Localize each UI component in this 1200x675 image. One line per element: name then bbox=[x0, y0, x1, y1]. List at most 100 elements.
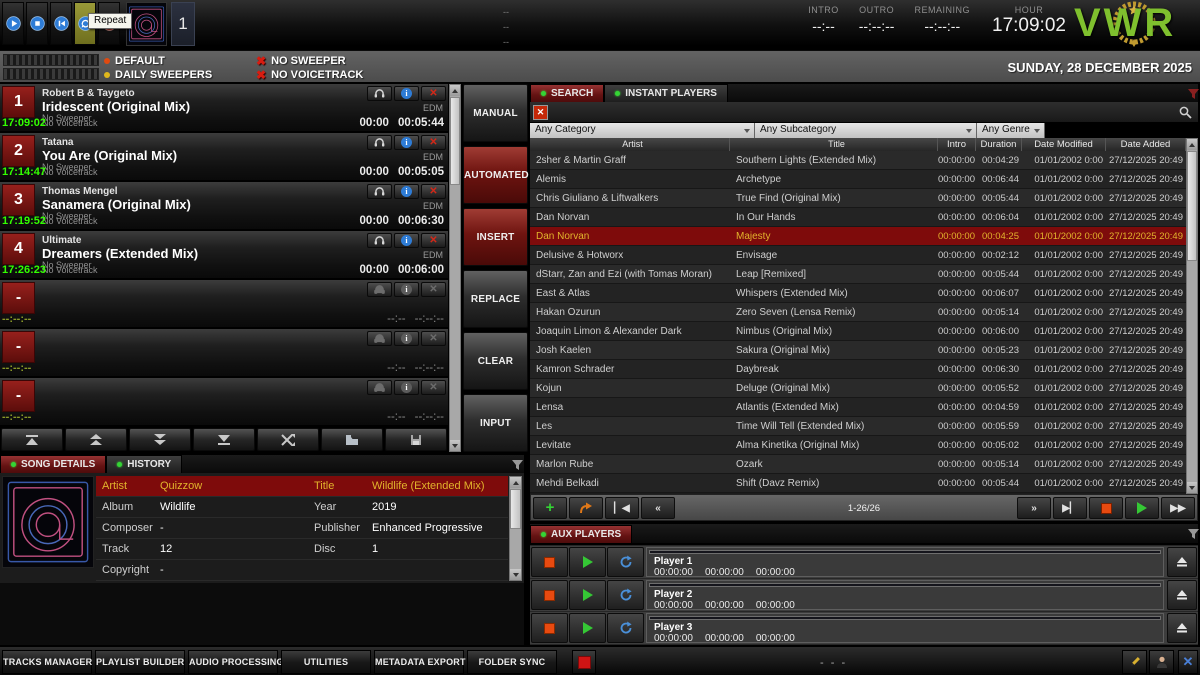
table-row[interactable]: Kojun Deluge (Original Mix) 00:00:00 00:… bbox=[530, 379, 1186, 398]
table-row[interactable]: Delusive & Hotworx Envisage 00:00:00 00:… bbox=[530, 246, 1186, 265]
preview-button[interactable] bbox=[367, 135, 392, 150]
track-info-button[interactable]: i bbox=[394, 135, 419, 150]
mode-button[interactable]: REPLACE bbox=[463, 270, 528, 328]
column-header-title[interactable]: Title bbox=[730, 138, 938, 151]
preview-button[interactable] bbox=[367, 184, 392, 199]
scroll-thumb[interactable] bbox=[450, 97, 460, 185]
table-row[interactable]: Hakan Ozurun Zero Seven (Lensa Remix) 00… bbox=[530, 303, 1186, 322]
search-icon[interactable] bbox=[1179, 106, 1192, 119]
track-info-button[interactable]: i bbox=[394, 282, 419, 297]
stop-button[interactable] bbox=[26, 2, 48, 45]
scroll-down-icon[interactable] bbox=[1187, 482, 1197, 493]
preview-button[interactable] bbox=[367, 331, 392, 346]
track-info-button[interactable]: i bbox=[394, 233, 419, 248]
mode-button[interactable]: CLEAR bbox=[463, 332, 528, 390]
aux-play-button[interactable] bbox=[569, 580, 606, 610]
folder-sync-button[interactable]: FOLDER SYNC bbox=[467, 650, 557, 674]
mode-button[interactable]: INSERT bbox=[463, 208, 528, 266]
table-row[interactable]: Marlon Rube Ozark 00:00:00 00:05:14 01/0… bbox=[530, 455, 1186, 474]
scroll-up-icon[interactable] bbox=[1187, 139, 1197, 150]
remove-track-button[interactable]: ✕ bbox=[421, 380, 446, 395]
scroll-up-icon[interactable] bbox=[450, 85, 460, 96]
move-to-top-button[interactable] bbox=[1, 428, 63, 451]
column-header-date-modified[interactable]: Date Modified bbox=[1022, 138, 1106, 151]
table-row[interactable]: Dan Norvan Majesty 00:00:00 00:04:25 01/… bbox=[530, 227, 1186, 246]
table-row[interactable]: Alemis Archetype 00:00:00 00:06:44 01/01… bbox=[530, 170, 1186, 189]
filter-funnel-icon[interactable] bbox=[512, 460, 523, 470]
playlist-item[interactable]: - --:--:-- --:-- --:--:-- i ✕ bbox=[0, 378, 448, 426]
aux-loop-button[interactable] bbox=[607, 580, 644, 610]
play-preview-button[interactable] bbox=[1125, 497, 1159, 519]
results-scrollbar[interactable] bbox=[1186, 138, 1198, 494]
playlist-item[interactable]: 1 Robert B & Taygeto Iridescent (Origina… bbox=[0, 84, 448, 132]
mode-button[interactable]: INPUT bbox=[463, 394, 528, 452]
aux-players-tab[interactable]: AUX PLAYERS bbox=[530, 525, 632, 543]
exit-button[interactable]: ✕ bbox=[1178, 650, 1198, 674]
user-button[interactable] bbox=[1149, 650, 1174, 674]
table-row[interactable]: Josh Kaelen Sakura (Original Mix) 00:00:… bbox=[530, 341, 1186, 360]
preview-button[interactable] bbox=[367, 282, 392, 297]
details-tab[interactable]: SONG DETAILS bbox=[0, 455, 106, 473]
edit-button[interactable] bbox=[1122, 650, 1147, 674]
playlist-scrollbar[interactable] bbox=[449, 84, 461, 452]
playlist-item[interactable]: 2 Tatana You Are (Original Mix) No Sweep… bbox=[0, 133, 448, 181]
move-up-button[interactable] bbox=[65, 428, 127, 451]
track-info-button[interactable]: i bbox=[394, 380, 419, 395]
remove-track-button[interactable]: ✕ bbox=[421, 86, 446, 101]
skip-forward-button[interactable]: ▶▶ bbox=[1161, 497, 1195, 519]
aux-stop-button[interactable] bbox=[531, 547, 568, 577]
remove-track-button[interactable]: ✕ bbox=[421, 135, 446, 150]
playlist-item[interactable]: 4 Ultimate Dreamers (Extended Mix) No Sw… bbox=[0, 231, 448, 279]
table-row[interactable]: Joaquin Limon & Alexander Dark Nimbus (O… bbox=[530, 322, 1186, 341]
metadata-export-button[interactable]: METADATA EXPORT bbox=[374, 650, 464, 674]
playlist-item[interactable]: - --:--:-- --:-- --:--:-- i ✕ bbox=[0, 280, 448, 328]
filter-dropdown[interactable]: Any Category bbox=[530, 123, 755, 138]
track-info-button[interactable]: i bbox=[394, 184, 419, 199]
aux-loop-button[interactable] bbox=[607, 547, 644, 577]
remove-track-button[interactable]: ✕ bbox=[421, 184, 446, 199]
scroll-down-icon[interactable] bbox=[450, 440, 460, 451]
table-row[interactable]: Levitate Alma Kinetika (Original Mix) 00… bbox=[530, 436, 1186, 455]
aux-eject-button[interactable] bbox=[1167, 580, 1197, 610]
preview-button[interactable] bbox=[367, 233, 392, 248]
table-row[interactable]: 2sher & Martin Graff Southern Lights (Ex… bbox=[530, 151, 1186, 170]
mode-button[interactable]: MANUAL bbox=[463, 84, 528, 142]
table-row[interactable]: Chris Giuliano & Liftwalkers True Find (… bbox=[530, 189, 1186, 208]
move-down-button[interactable] bbox=[129, 428, 191, 451]
search-tab[interactable]: SEARCH bbox=[530, 84, 604, 102]
filter-dropdown[interactable]: Any Subcategory bbox=[755, 123, 977, 138]
filter-funnel-icon[interactable] bbox=[1188, 529, 1199, 539]
aux-stop-button[interactable] bbox=[531, 613, 568, 643]
mode-button[interactable]: AUTOMATED bbox=[463, 146, 528, 204]
move-to-bottom-button[interactable] bbox=[193, 428, 255, 451]
load-playlist-button[interactable] bbox=[321, 428, 383, 451]
filter-dropdown[interactable]: Any Genre bbox=[977, 123, 1045, 138]
aux-eject-button[interactable] bbox=[1167, 547, 1197, 577]
preview-button[interactable] bbox=[367, 86, 392, 101]
column-header-duration[interactable]: Duration bbox=[976, 138, 1022, 151]
aux-play-button[interactable] bbox=[569, 547, 606, 577]
track-info-button[interactable]: i bbox=[394, 86, 419, 101]
shuffle-button[interactable] bbox=[257, 428, 319, 451]
play-button[interactable] bbox=[2, 2, 24, 45]
table-row[interactable]: Dan Norvan In Our Hands 00:00:00 00:06:0… bbox=[530, 208, 1186, 227]
scroll-down-icon[interactable] bbox=[510, 569, 521, 580]
last-page-button[interactable]: ▶▏ bbox=[1053, 497, 1087, 519]
playlist-item[interactable]: 3 Thomas Mengel Sanamera (Original Mix) … bbox=[0, 182, 448, 230]
scroll-thumb[interactable] bbox=[1187, 151, 1197, 261]
aux-eject-button[interactable] bbox=[1167, 613, 1197, 643]
column-header-date-added[interactable]: Date Added bbox=[1106, 138, 1186, 151]
track-info-button[interactable]: i bbox=[394, 331, 419, 346]
preview-button[interactable] bbox=[367, 380, 392, 395]
aux-loop-button[interactable] bbox=[607, 613, 644, 643]
details-scrollbar[interactable] bbox=[509, 476, 522, 581]
table-row[interactable]: Les Time Will Tell (Extended Mix) 00:00:… bbox=[530, 417, 1186, 436]
utilities-button[interactable]: UTILITIES bbox=[281, 650, 371, 674]
remove-track-button[interactable]: ✕ bbox=[421, 233, 446, 248]
filter-funnel-icon[interactable] bbox=[1188, 89, 1199, 99]
remove-track-button[interactable]: ✕ bbox=[421, 282, 446, 297]
stop-preview-button[interactable] bbox=[1089, 497, 1123, 519]
save-playlist-button[interactable] bbox=[385, 428, 447, 451]
column-header-artist[interactable]: Artist bbox=[530, 138, 730, 151]
remove-track-button[interactable]: ✕ bbox=[421, 331, 446, 346]
